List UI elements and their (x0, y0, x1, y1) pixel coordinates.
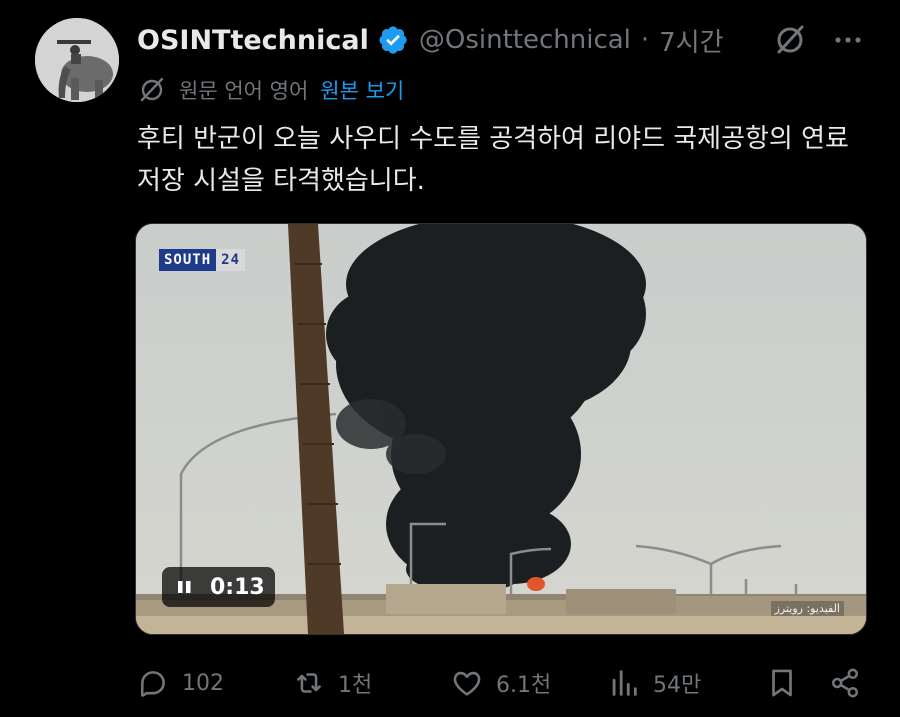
pause-icon[interactable] (174, 576, 196, 598)
video-time: 0:13 (210, 574, 265, 600)
tweet-text: 후티 반군이 오늘 사우디 수도를 공격하여 리야드 국제공항의 연료 저장 시… (137, 124, 849, 196)
bookmark-button[interactable] (765, 660, 799, 706)
watermark-24: 24 (216, 249, 246, 271)
display-name[interactable]: OSINTtechnical (137, 25, 369, 56)
separator-dot: · (640, 25, 650, 55)
repost-icon (297, 673, 321, 693)
reply-icon (140, 671, 165, 697)
video-media[interactable]: SOUTH 24 الفيديو: رويترز 0:13 (135, 223, 867, 635)
tweet-actions: 102 1천 6.1천 54만 (0, 660, 900, 706)
share-icon (831, 668, 859, 698)
reply-button[interactable]: 102 (136, 660, 224, 706)
repost-count: 1천 (338, 673, 373, 698)
heart-icon (453, 671, 481, 696)
translation-label: 원문 언어 영어 (179, 79, 309, 103)
avatar-image (35, 18, 119, 102)
grok-icon[interactable] (772, 22, 808, 58)
bookmark-icon (772, 669, 792, 697)
show-original-link[interactable]: 원본 보기 (320, 75, 404, 105)
views-button[interactable]: 54만 (607, 660, 701, 706)
share-button[interactable] (828, 660, 862, 706)
channel-watermark: SOUTH 24 (159, 249, 246, 271)
views-count: 54만 (653, 673, 702, 698)
avatar[interactable] (35, 18, 119, 102)
timestamp[interactable]: 7시간 (659, 22, 723, 59)
views-chart-icon (612, 670, 637, 696)
like-button[interactable]: 6.1천 (450, 660, 551, 706)
translation-notice: 원문 언어 영어 원본 보기 (137, 74, 404, 106)
watermark-south: SOUTH (159, 249, 217, 271)
video-player-control[interactable]: 0:13 (162, 567, 275, 607)
verified-badge-icon[interactable] (377, 24, 409, 56)
repost-button[interactable]: 1천 (292, 660, 372, 706)
translate-grok-icon (140, 77, 164, 102)
video-credit: الفيديو: رويترز (770, 601, 844, 616)
more-options-icon[interactable] (828, 22, 868, 58)
handle[interactable]: @Osinttechnical (419, 25, 631, 55)
tweet-header: OSINTtechnical @Osinttechnical · 7시간 (137, 20, 724, 60)
reply-count: 102 (182, 670, 224, 696)
like-count: 6.1천 (496, 673, 552, 698)
